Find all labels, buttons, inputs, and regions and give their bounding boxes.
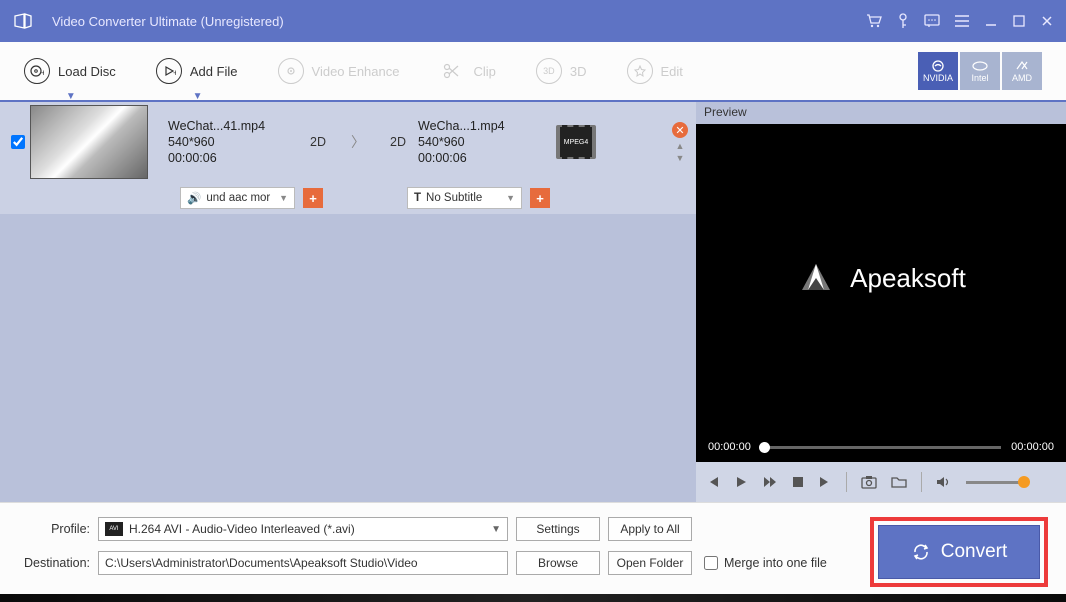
play-button[interactable] xyxy=(734,475,748,489)
file-row[interactable]: WeChat...41.mp4 540*960 00:00:06 2D 〉 2D… xyxy=(0,102,696,182)
toolbar: + Load Disc ▼ + Add File ▼ Video Enhance… xyxy=(0,42,1066,102)
disc-icon: + xyxy=(24,58,50,84)
brand-logo-icon xyxy=(796,258,836,298)
seek-slider[interactable] xyxy=(761,446,1001,449)
edit-button[interactable]: Edit xyxy=(627,58,683,84)
volume-slider[interactable] xyxy=(966,481,1026,484)
bottom-bar: Profile: AVI H.264 AVI - Audio-Video Int… xyxy=(0,502,1066,594)
gpu-badges: NVIDIA Intel AMD xyxy=(918,52,1042,90)
target-duration: 00:00:06 xyxy=(418,151,548,165)
nvidia-badge[interactable]: NVIDIA xyxy=(918,52,958,90)
preview-timeline[interactable]: 00:00:00 00:00:00 xyxy=(696,432,1066,462)
video-enhance-button[interactable]: Video Enhance xyxy=(278,58,400,84)
remove-file-button[interactable]: ✕ xyxy=(672,122,688,138)
chevron-down-icon: ▼ xyxy=(279,193,288,203)
player-controls xyxy=(696,462,1066,502)
scissors-icon xyxy=(439,58,465,84)
titlebar: Video Converter Ultimate (Unregistered) xyxy=(0,0,1066,42)
play-icon: + xyxy=(156,58,182,84)
chevron-down-icon[interactable]: ▼ xyxy=(66,91,76,102)
text-icon: T xyxy=(414,192,421,204)
key-icon[interactable] xyxy=(896,13,910,29)
prev-button[interactable] xyxy=(706,475,720,489)
preview-label: Preview xyxy=(696,102,1066,124)
chevron-down-icon: ▼ xyxy=(506,193,515,203)
preview-video-area[interactable]: Apeaksoft xyxy=(696,124,1066,432)
3d-button[interactable]: 3D 3D xyxy=(536,58,587,84)
open-folder-button[interactable]: Open Folder xyxy=(608,551,692,575)
file-list-empty-area[interactable] xyxy=(0,214,696,502)
folder-button[interactable] xyxy=(891,475,907,489)
target-filename: WeCha...1.mp4 xyxy=(418,119,548,133)
source-resolution: 540*960 xyxy=(168,135,298,149)
content-area: WeChat...41.mp4 540*960 00:00:06 2D 〉 2D… xyxy=(0,102,1066,502)
file-sub-row: 🔊 und aac mor ▼ + T No Subtitle ▼ + xyxy=(0,182,696,214)
convert-button[interactable]: Convert xyxy=(878,525,1040,579)
subtitle-select[interactable]: T No Subtitle ▼ xyxy=(407,187,522,209)
speaker-icon: 🔊 xyxy=(187,191,201,205)
file-checkbox[interactable] xyxy=(11,135,25,149)
chevron-down-icon: ▼ xyxy=(491,524,501,535)
move-up-icon[interactable]: ▲ xyxy=(676,142,685,150)
convert-highlight: Convert xyxy=(870,517,1048,587)
target-mode: 2D xyxy=(378,135,418,149)
next-button[interactable] xyxy=(818,475,832,489)
add-audio-button[interactable]: + xyxy=(303,188,323,208)
arrow-right-icon: 〉 xyxy=(338,132,378,152)
target-resolution: 540*960 xyxy=(418,135,548,149)
feedback-icon[interactable] xyxy=(924,14,940,28)
svg-text:+: + xyxy=(173,68,176,78)
snapshot-button[interactable] xyxy=(861,475,877,489)
profile-label: Profile: xyxy=(18,522,90,536)
maximize-icon[interactable] xyxy=(1012,14,1026,28)
audio-track-select[interactable]: 🔊 und aac mor ▼ xyxy=(180,187,295,209)
video-thumbnail[interactable] xyxy=(30,105,148,179)
stop-button[interactable] xyxy=(792,476,804,488)
cart-icon[interactable] xyxy=(866,14,882,28)
browse-button[interactable]: Browse xyxy=(516,551,600,575)
destination-field[interactable]: C:\Users\Administrator\Documents\Apeakso… xyxy=(98,551,508,575)
minimize-icon[interactable] xyxy=(984,14,998,28)
close-icon[interactable] xyxy=(1040,14,1054,28)
star-icon xyxy=(627,58,653,84)
chevron-down-icon[interactable]: ▼ xyxy=(193,91,203,102)
source-filename: WeChat...41.mp4 xyxy=(168,119,298,133)
brand-name: Apeaksoft xyxy=(850,263,966,294)
source-mode: 2D xyxy=(298,135,338,149)
clip-button[interactable]: Clip xyxy=(439,58,495,84)
profile-select[interactable]: AVI H.264 AVI - Audio-Video Interleaved … xyxy=(98,517,508,541)
3d-icon: 3D xyxy=(536,58,562,84)
svg-text:+: + xyxy=(41,68,44,78)
main-window: Video Converter Ultimate (Unregistered) xyxy=(0,0,1066,594)
settings-button[interactable]: Settings xyxy=(516,517,600,541)
menu-icon[interactable] xyxy=(954,15,970,27)
fast-forward-button[interactable] xyxy=(762,475,778,489)
merge-checkbox-label[interactable]: Merge into one file xyxy=(704,556,827,570)
enhance-icon xyxy=(278,58,304,84)
time-total: 00:00:00 xyxy=(1011,441,1054,453)
move-down-icon[interactable]: ▼ xyxy=(676,154,685,162)
volume-icon[interactable] xyxy=(936,475,952,489)
app-logo-icon xyxy=(12,10,34,32)
destination-label: Destination: xyxy=(18,556,90,570)
format-icon: AVI xyxy=(105,522,123,536)
source-file-info: WeChat...41.mp4 540*960 00:00:06 xyxy=(168,119,298,165)
refresh-icon xyxy=(911,542,931,562)
load-disc-button[interactable]: + Load Disc ▼ xyxy=(24,58,116,84)
app-title: Video Converter Ultimate (Unregistered) xyxy=(52,14,866,29)
target-file-info: WeCha...1.mp4 540*960 00:00:06 xyxy=(418,119,548,165)
preview-pane: Preview Apeaksoft 00:00:00 00:00:00 xyxy=(696,102,1066,502)
time-current: 00:00:00 xyxy=(708,441,751,453)
add-file-button[interactable]: + Add File ▼ xyxy=(156,58,238,84)
apply-to-all-button[interactable]: Apply to All xyxy=(608,517,692,541)
merge-checkbox[interactable] xyxy=(704,556,718,570)
intel-badge[interactable]: Intel xyxy=(960,52,1000,90)
file-list-pane: WeChat...41.mp4 540*960 00:00:06 2D 〉 2D… xyxy=(0,102,696,502)
source-duration: 00:00:06 xyxy=(168,151,298,165)
add-subtitle-button[interactable]: + xyxy=(530,188,550,208)
amd-badge[interactable]: AMD xyxy=(1002,52,1042,90)
codec-icon: MPEG4 xyxy=(556,125,596,159)
